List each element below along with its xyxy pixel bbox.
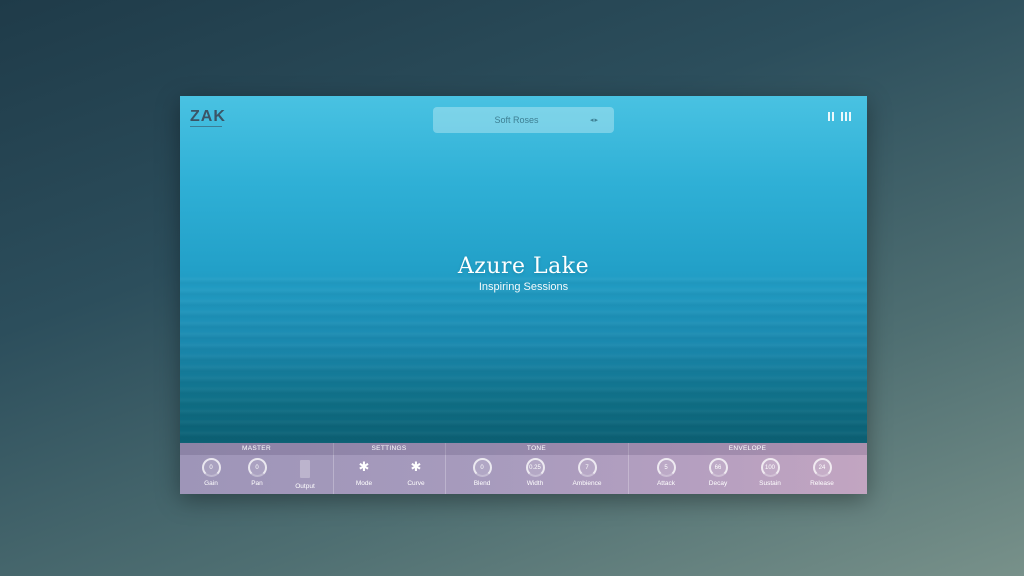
curve-label: Curve [407, 480, 425, 487]
section-header-settings: SETTINGS [333, 443, 445, 455]
blend-control[interactable]: 0 Blend [460, 458, 504, 487]
section-header-master: MASTER [180, 443, 333, 455]
preset-next-icon[interactable]: ▸ [595, 116, 599, 124]
gain-value: 0 [209, 464, 213, 471]
section-settings: SETTINGS ✱ Mode ✱ Curve [333, 443, 446, 494]
mode-label: Mode [355, 480, 373, 487]
title-block: Azure Lake Inspiring Sessions [180, 254, 867, 293]
decay-knob[interactable]: 66 [708, 458, 728, 477]
release-label: Release [810, 480, 834, 487]
gain-knob[interactable]: 0 [201, 458, 221, 477]
gear-icon[interactable]: ✱ [394, 458, 438, 477]
blend-label: Blend [473, 480, 491, 487]
width-label: Width [526, 480, 544, 487]
release-value: 24 [818, 464, 826, 471]
pan-control[interactable]: 0 Pan [235, 458, 279, 487]
width-control[interactable]: 0.25 Width [513, 458, 557, 487]
mode-control[interactable]: ✱ Mode [342, 458, 386, 487]
width-value: 0.25 [529, 464, 541, 471]
sustain-value: 100 [764, 464, 775, 471]
sustain-label: Sustain [759, 480, 781, 487]
section-header-tone: TONE [445, 443, 628, 455]
preset-arrows: ◂ ▸ [590, 116, 614, 124]
logo-underline [190, 126, 222, 127]
decay-label: Decay [708, 480, 728, 487]
gain-control[interactable]: 0 Gain [189, 458, 233, 487]
blend-knob[interactable]: 0 [472, 458, 492, 477]
decay-value: 66 [714, 464, 722, 471]
ambience-control[interactable]: 7 Ambience [565, 458, 609, 487]
section-tone: TONE 0 Blend 0.25 Width 7 Ambience [445, 443, 629, 494]
blend-value: 0 [480, 464, 484, 471]
brand-logo[interactable]: ZAK [190, 108, 226, 126]
output-meter[interactable] [300, 460, 310, 478]
attack-knob[interactable]: 5 [656, 458, 676, 477]
section-envelope: ENVELOPE 5 Attack 66 Decay 100 Sustain 2… [628, 443, 867, 494]
section-master: MASTER 0 Gain 0 Pan Output [180, 443, 334, 494]
gear-icon[interactable]: ✱ [342, 458, 386, 477]
preset-name[interactable]: Soft Roses [433, 115, 590, 125]
ambience-value: 7 [585, 464, 589, 471]
release-control[interactable]: 24 Release [800, 458, 844, 487]
hero-background: ZAK Soft Roses ◂ ▸ Azure Lake Inspiring … [180, 96, 867, 443]
instrument-subtitle: Inspiring Sessions [478, 281, 569, 293]
ambience-knob[interactable]: 7 [577, 458, 597, 477]
pan-label: Pan [251, 480, 263, 487]
curve-control[interactable]: ✱ Curve [394, 458, 438, 487]
width-knob[interactable]: 0.25 [525, 458, 545, 477]
menu-bar [828, 112, 830, 121]
preset-prev-icon[interactable]: ◂ [590, 116, 594, 124]
ambience-label: Ambience [572, 480, 602, 487]
output-label: Output [295, 483, 315, 490]
plugin-window: ZAK Soft Roses ◂ ▸ Azure Lake Inspiring … [180, 96, 867, 494]
control-panel: MASTER 0 Gain 0 Pan Output SETTINGS ✱ Mo… [180, 443, 867, 494]
output-control[interactable]: Output [283, 460, 327, 490]
pan-value: 0 [255, 464, 259, 471]
menu-bar [841, 112, 843, 121]
attack-control[interactable]: 5 Attack [644, 458, 688, 487]
gain-label: Gain [204, 480, 218, 487]
menu-icon[interactable] [828, 112, 851, 121]
sustain-control[interactable]: 100 Sustain [748, 458, 792, 487]
section-header-envelope: ENVELOPE [628, 443, 867, 455]
attack-value: 5 [664, 464, 668, 471]
water-ripples [180, 276, 867, 443]
menu-bar [832, 112, 834, 121]
preset-selector[interactable]: Soft Roses ◂ ▸ [433, 107, 614, 133]
menu-bar [845, 112, 847, 121]
instrument-title: Azure Lake [457, 254, 590, 279]
decay-control[interactable]: 66 Decay [696, 458, 740, 487]
release-knob[interactable]: 24 [812, 458, 832, 477]
pan-knob[interactable]: 0 [247, 458, 267, 477]
attack-label: Attack [656, 480, 676, 487]
sustain-knob[interactable]: 100 [760, 458, 780, 477]
menu-bar [849, 112, 851, 121]
